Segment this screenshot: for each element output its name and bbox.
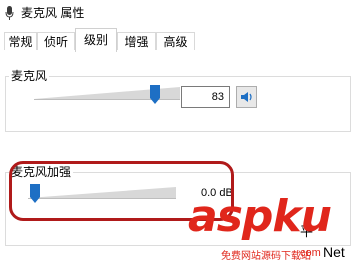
tab-general-label: 常规 <box>8 35 33 49</box>
microphone-label: 麦克风 <box>9 69 50 83</box>
watermark-corner: com <box>300 247 321 259</box>
tab-advanced[interactable]: 高级 <box>156 32 195 50</box>
watermark-caption: 免费网站源码下载站 <box>221 251 311 262</box>
tab-general[interactable]: 常规 <box>4 32 37 50</box>
watermark-logo: aspku <box>188 191 332 242</box>
tab-enhancements-label: 增强 <box>124 35 149 49</box>
tab-levels[interactable]: 级别 <box>75 28 117 52</box>
window-title: 麦克风 属性 <box>21 6 85 20</box>
partial-bottom-right-text: Net <box>323 244 345 260</box>
microphone-icon <box>5 6 14 20</box>
tab-listen-label: 侦听 <box>43 35 68 49</box>
title-bar: 麦克风 属性 <box>0 0 356 26</box>
tab-enhancements[interactable]: 增强 <box>117 32 156 50</box>
microphone-level-field[interactable]: 83 <box>181 86 230 108</box>
tab-strip: 常规 侦听 级别 增强 高级 <box>0 28 356 52</box>
microphone-level-value: 83 <box>211 91 224 103</box>
microphone-slider-thumb[interactable] <box>149 85 161 104</box>
mute-button[interactable] <box>236 86 257 108</box>
tab-advanced-label: 高级 <box>163 35 188 49</box>
speaker-icon <box>241 92 252 102</box>
tab-listen[interactable]: 侦听 <box>37 32 75 50</box>
tab-levels-label: 级别 <box>83 33 108 47</box>
